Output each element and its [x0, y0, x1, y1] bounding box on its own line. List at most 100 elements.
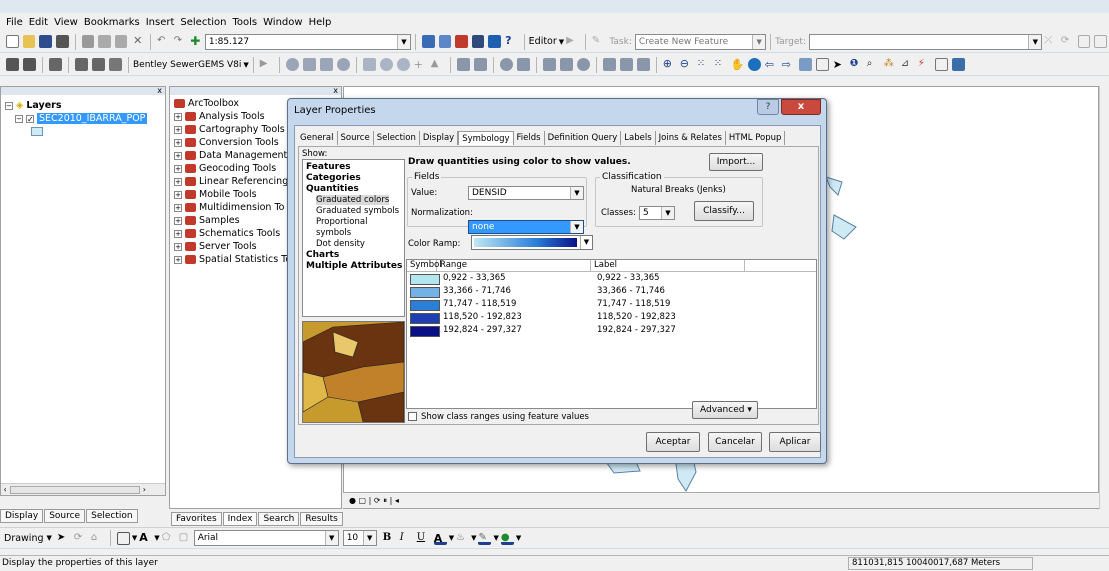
tab-search[interactable]: Search	[258, 512, 300, 526]
class-range[interactable]: 71,747 - 118,519	[437, 298, 591, 311]
show-item-categories[interactable]: Categories	[306, 173, 404, 184]
sewergems-tool-2-icon[interactable]	[23, 58, 36, 71]
triangle-icon[interactable]: ▲	[431, 58, 444, 71]
toolbox-root[interactable]: ArcToolbox	[174, 97, 291, 110]
collapse-icon[interactable]: −	[15, 114, 23, 123]
wet-well-icon[interactable]	[636, 58, 650, 71]
collapse-icon[interactable]: −	[5, 101, 13, 110]
font-select[interactable]: Arial ▼	[193, 530, 339, 546]
rotate-icon[interactable]: ⟳	[74, 532, 87, 545]
close-icon[interactable]: x	[1, 87, 165, 95]
class-label[interactable]: 118,520 - 192,823	[591, 311, 745, 324]
toolbox-item[interactable]: + Analysis Tools	[174, 110, 291, 123]
class-range[interactable]: 192,824 - 297,327	[437, 324, 591, 337]
classes-select[interactable]: 5 ▼	[639, 206, 675, 220]
sewergems-tool-3-icon[interactable]	[49, 58, 62, 71]
italic-icon[interactable]: I	[400, 532, 413, 545]
select-tool-icon[interactable]: ▶	[260, 58, 273, 71]
sewergems-menu[interactable]: Bentley SewerGEMS V8i	[133, 60, 241, 70]
split-tool-icon[interactable]: ⤫	[1044, 35, 1057, 48]
toolbox-item[interactable]: + Conversion Tools	[174, 136, 291, 149]
scale-combo[interactable]: 1:85.127 ▼	[204, 33, 411, 50]
table-of-contents-icon[interactable]	[438, 35, 452, 48]
menu-file[interactable]: File	[6, 17, 23, 28]
tab-display[interactable]: Display	[420, 131, 459, 145]
python-window-icon[interactable]	[471, 35, 485, 48]
tab-definition-query[interactable]: Definition Query	[545, 131, 622, 145]
edit-vertices-icon[interactable]: ⬠	[162, 532, 175, 545]
close-icon[interactable]: x	[170, 87, 341, 95]
measure-icon[interactable]: ⊿	[901, 58, 914, 71]
column-header-symbol[interactable]: Symbol	[407, 260, 442, 271]
tab-index[interactable]: Index	[222, 512, 258, 526]
catchment-icon[interactable]	[362, 58, 376, 71]
advanced-button[interactable]: Advanced ▾	[692, 401, 758, 419]
toolbox-item[interactable]: + Multidimension To	[174, 201, 291, 214]
help-button[interactable]: ?	[757, 99, 779, 115]
manhole-icon[interactable]	[379, 58, 393, 71]
show-item-graduated-colors[interactable]: Graduated colors	[316, 195, 390, 205]
zoom-out-icon[interactable]: ⊖	[680, 58, 693, 71]
underline-icon[interactable]: U	[417, 532, 430, 545]
tab-selection[interactable]: Selection	[86, 509, 138, 523]
marker-color-icon[interactable]: ●	[500, 532, 514, 545]
map-view-controls[interactable]: ● ▢ | ⟳ ⏸ | ◂	[343, 492, 1099, 508]
time-slider-icon[interactable]	[951, 58, 965, 71]
sewergems-tool-6-icon[interactable]	[109, 58, 122, 71]
task-combo[interactable]: Create New Feature ▼	[634, 33, 767, 50]
import-button[interactable]: Import...	[709, 153, 763, 171]
attributes-icon[interactable]	[1077, 35, 1091, 48]
tab-html-popup[interactable]: HTML Popup	[726, 131, 786, 145]
callout-icon[interactable]: ▢	[179, 532, 192, 545]
go-to-xy-icon[interactable]: ⁂	[884, 58, 897, 71]
clear-selection-icon[interactable]	[815, 58, 829, 71]
menu-insert[interactable]: Insert	[146, 17, 175, 28]
find-icon[interactable]: ⌕	[867, 58, 880, 71]
fill-color-icon[interactable]: ♨	[456, 532, 469, 545]
lateral-icon[interactable]	[602, 58, 616, 71]
sewergems-tool-1-icon[interactable]	[6, 58, 19, 71]
class-row[interactable]: 118,520 - 192,823 118,520 - 192,823	[407, 311, 816, 324]
print-icon[interactable]	[55, 35, 69, 48]
line-color-icon[interactable]: ✎	[478, 532, 492, 545]
sketch-properties-icon[interactable]	[1094, 35, 1107, 48]
paste-icon[interactable]	[114, 35, 128, 48]
layers-node[interactable]: − ◈ Layers	[5, 99, 147, 112]
menu-window[interactable]: Window	[263, 17, 302, 28]
show-item-features[interactable]: Features	[306, 162, 404, 173]
rectangle-icon[interactable]	[116, 531, 130, 545]
tab-display[interactable]: Display	[0, 509, 44, 523]
class-range[interactable]: 33,366 - 71,746	[437, 285, 591, 298]
pipe-icon[interactable]	[302, 58, 316, 71]
color-ramp-select[interactable]: ▼	[471, 235, 593, 250]
toolbox-item[interactable]: + Cartography Tools	[174, 123, 291, 136]
junction-icon[interactable]	[285, 58, 299, 71]
hyperlink-icon[interactable]: ⚡	[918, 58, 931, 71]
show-item-charts[interactable]: Charts	[306, 250, 404, 261]
class-symbol[interactable]	[410, 300, 440, 311]
zoom-in-icon[interactable]: ⊕	[663, 58, 676, 71]
delete-icon[interactable]: ✕	[131, 35, 144, 48]
pond-icon[interactable]	[516, 58, 530, 71]
tab-fields[interactable]: Fields	[514, 131, 545, 145]
toolbox-item[interactable]: + Linear Referencing	[174, 175, 291, 188]
toolbox-item[interactable]: + Geocoding Tools	[174, 162, 291, 175]
font-color-icon[interactable]: A	[433, 532, 447, 545]
column-header-label[interactable]: Label	[591, 260, 745, 271]
font-size-select[interactable]: 10 ▼	[342, 530, 377, 546]
outfall-icon[interactable]	[396, 58, 410, 71]
editor-toolbar-icon[interactable]	[421, 35, 435, 48]
toolbox-item[interactable]: + Data Management	[174, 149, 291, 162]
column-header-range[interactable]: Range	[437, 260, 591, 271]
back-icon[interactable]: ⇦	[765, 58, 778, 71]
toolbox-item[interactable]: + Server Tools	[174, 240, 291, 253]
bold-icon[interactable]: B	[383, 532, 396, 545]
edit-tool-icon[interactable]: ▶	[566, 35, 579, 48]
undo-icon[interactable]: ↶	[157, 35, 170, 48]
class-symbol[interactable]	[410, 274, 440, 285]
select-elements-icon[interactable]: ➤	[57, 532, 70, 545]
open-icon[interactable]	[22, 35, 36, 48]
show-item-proportional-symbols[interactable]: Proportional symbols	[306, 217, 404, 239]
text-icon[interactable]: A	[139, 531, 152, 545]
tab-favorites[interactable]: Favorites	[171, 512, 222, 526]
